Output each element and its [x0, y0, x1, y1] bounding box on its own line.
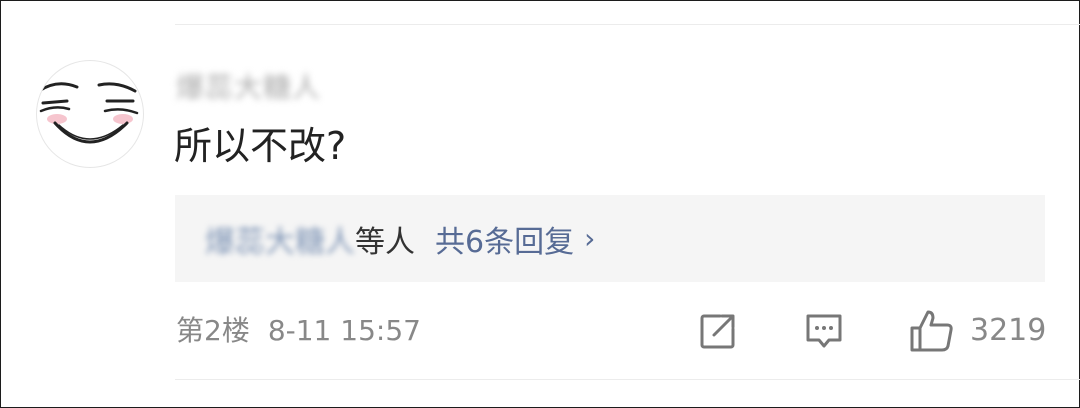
chevron-right-icon: › — [584, 222, 596, 255]
reply-user-names[interactable]: 爆蕊大糖人 — [205, 217, 355, 261]
floor-number: 第2楼 — [176, 314, 250, 347]
share-icon — [700, 314, 735, 349]
reply-count-link[interactable]: 共6条回复 — [435, 217, 574, 261]
timestamp: 8-11 15:57 — [267, 314, 421, 347]
top-divider — [175, 24, 1080, 25]
comment-meta: 第2楼 8-11 15:57 — [176, 309, 421, 353]
avatar[interactable] — [36, 60, 144, 168]
like-count: 3219 — [970, 313, 1047, 348]
comment-button[interactable] — [804, 311, 844, 351]
comment-icon — [806, 314, 842, 348]
smiling-face-meme-icon — [37, 62, 142, 166]
like-button[interactable] — [909, 308, 955, 354]
comment-text: 所以不改? — [174, 124, 347, 168]
thumbs-up-icon — [910, 310, 953, 352]
reply-summary[interactable]: 爆蕊大糖人 等人 共6条回复 › — [175, 195, 1045, 282]
bottom-divider — [175, 379, 1080, 380]
reply-suffix: 等人 — [355, 224, 415, 260]
username[interactable]: 爆蕊大糖人 — [176, 70, 321, 106]
share-button[interactable] — [698, 311, 738, 351]
